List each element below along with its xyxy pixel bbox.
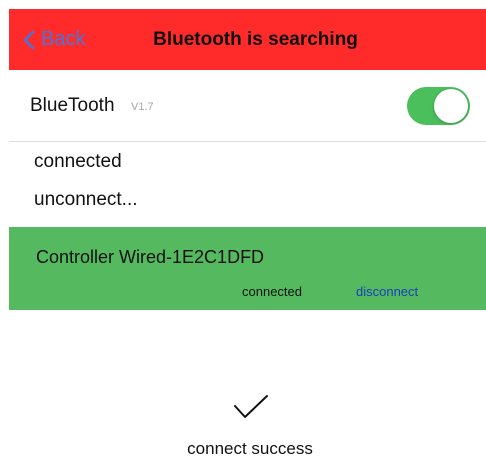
disconnect-link[interactable]: disconnect bbox=[356, 284, 418, 299]
status-unconnect-label: unconnect... bbox=[34, 189, 138, 210]
status-connected-label: connected bbox=[34, 151, 122, 172]
bluetooth-setting-row: BlueTooth V1.7 bbox=[9, 70, 486, 142]
bluetooth-label: BlueTooth bbox=[30, 95, 115, 116]
device-connection-status: connected bbox=[242, 284, 302, 299]
bluetooth-toggle[interactable] bbox=[407, 87, 470, 125]
connect-success-message: connect success bbox=[187, 439, 313, 458]
version-label: V1.7 bbox=[131, 101, 154, 113]
checkmark-icon bbox=[234, 395, 268, 418]
device-name: Controller Wired-1E2C1DFD bbox=[36, 247, 265, 267]
toggle-knob bbox=[434, 89, 468, 123]
navigation-bar: Back Bluetooth is searching bbox=[9, 9, 486, 70]
device-list-item[interactable]: Controller Wired-1E2C1DFD connected disc… bbox=[9, 227, 486, 310]
page-title: Bluetooth is searching bbox=[153, 29, 358, 50]
